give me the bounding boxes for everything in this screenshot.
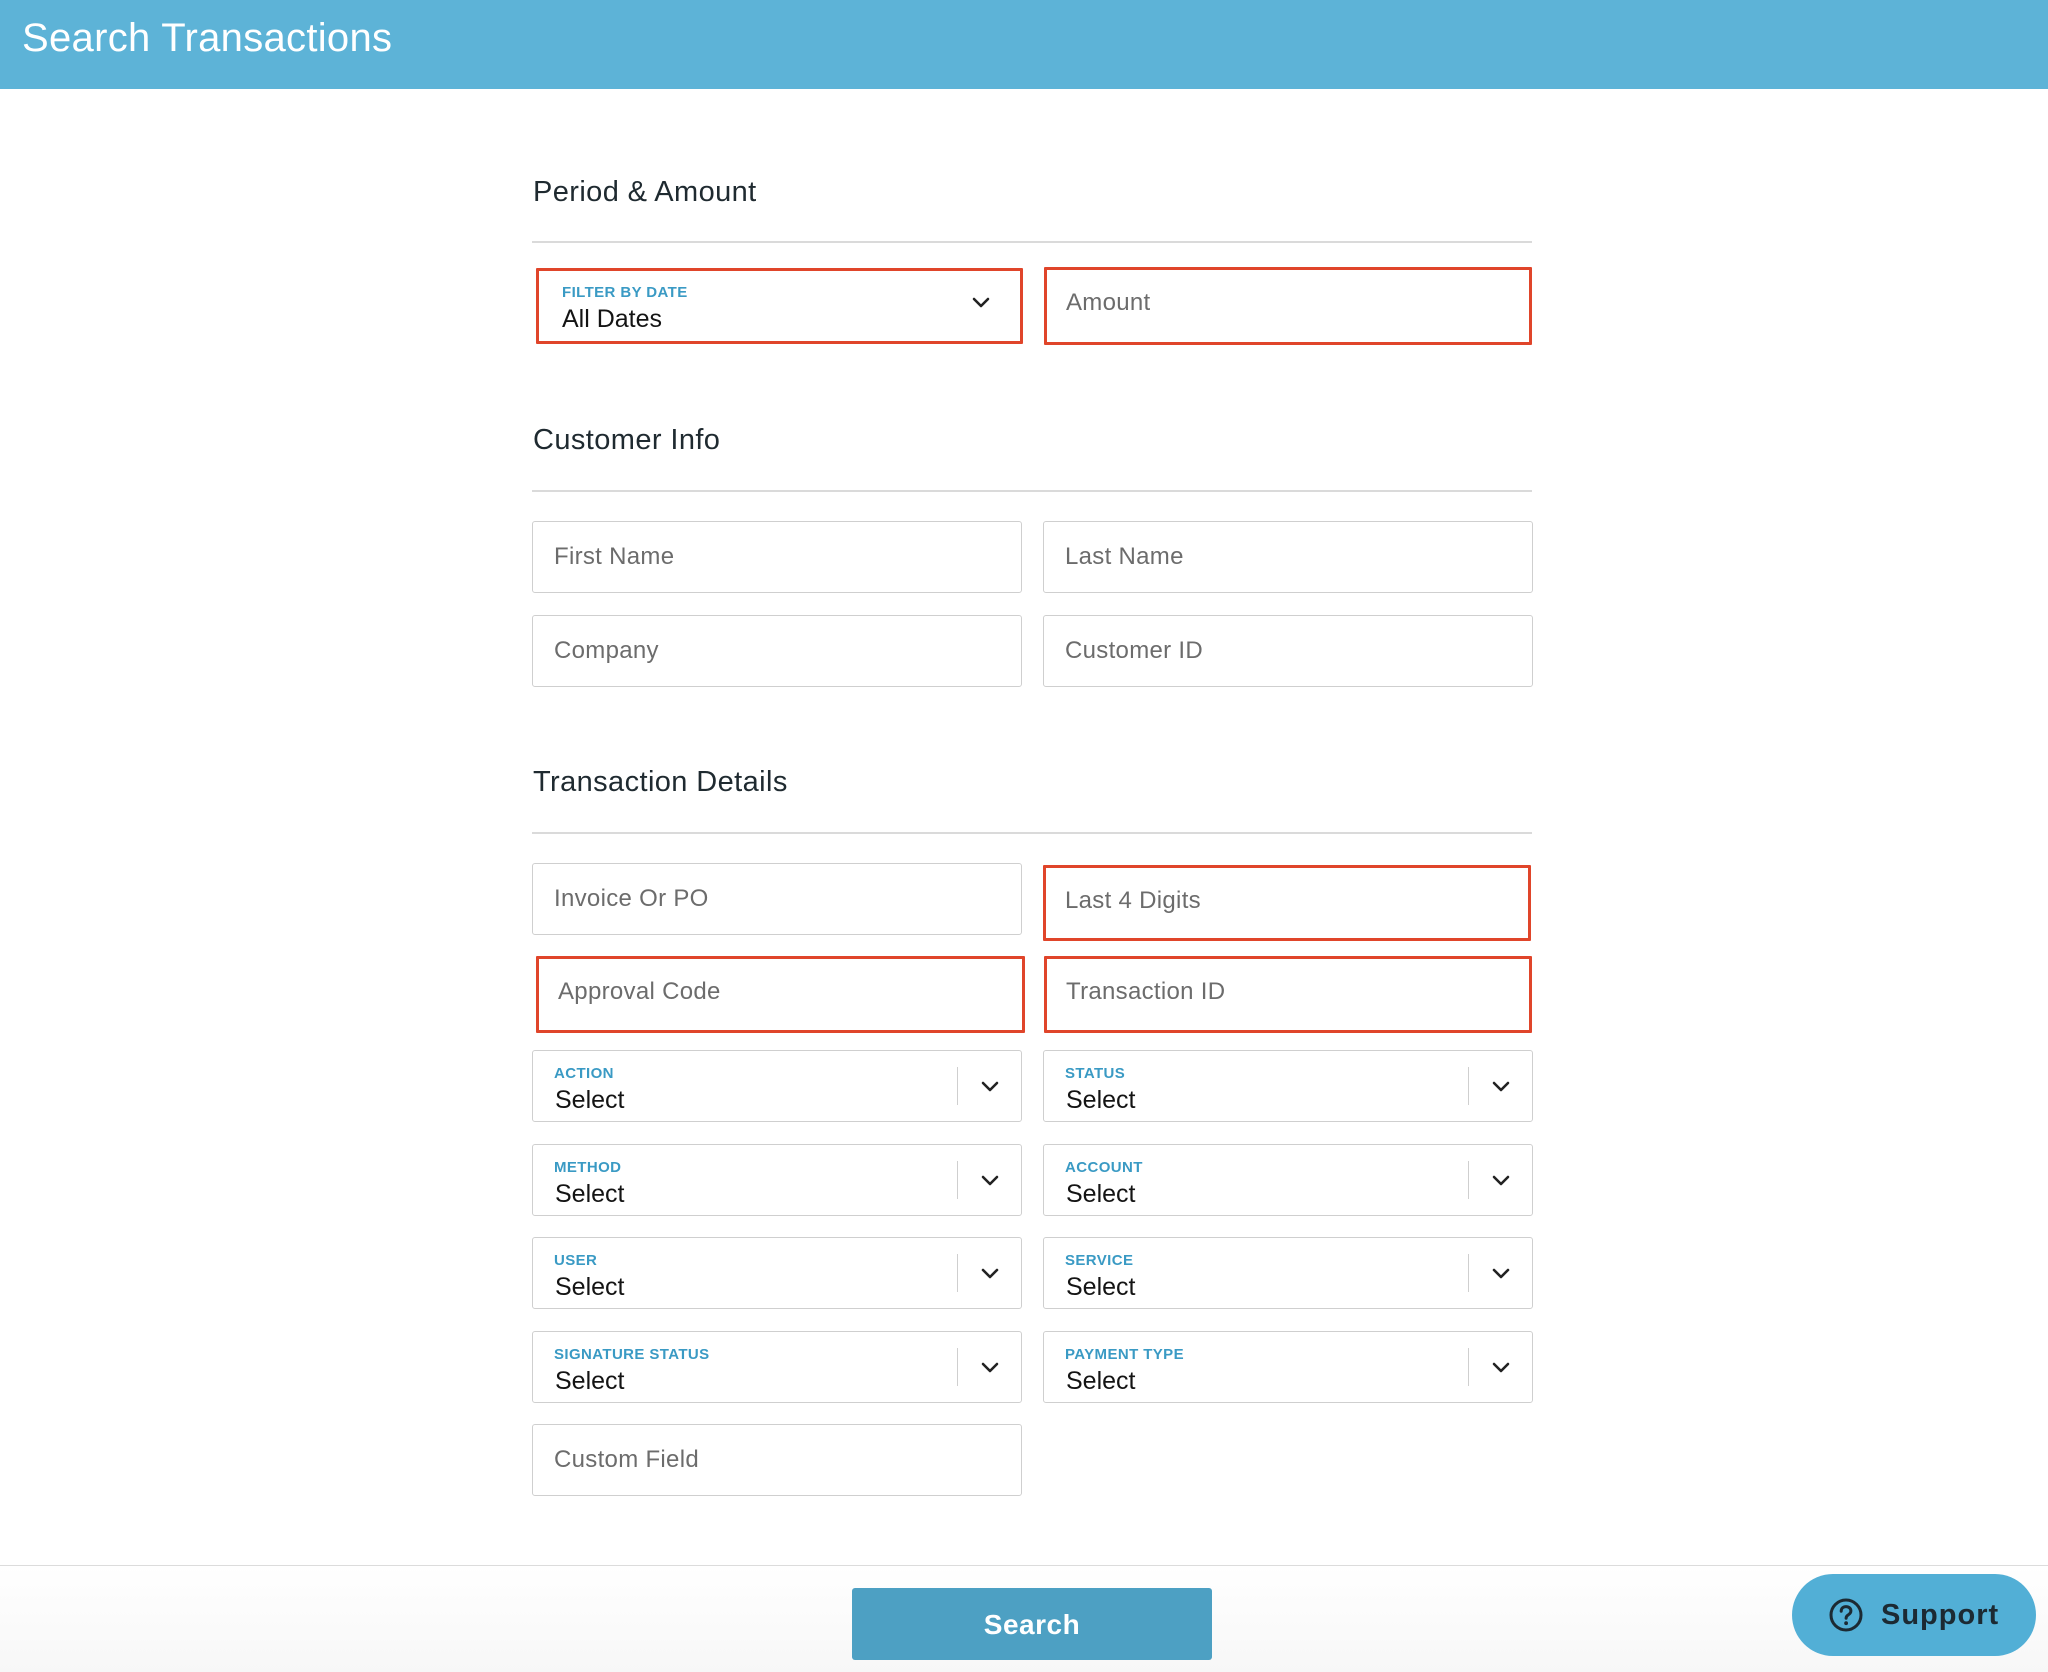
account-value: Select xyxy=(1066,1180,1136,1208)
section-title-transaction-details: Transaction Details xyxy=(533,766,788,798)
chevron-down-icon xyxy=(972,297,990,308)
chevron-down-icon xyxy=(981,1362,999,1373)
method-select[interactable]: METHOD Select xyxy=(532,1144,1022,1216)
section-divider xyxy=(532,241,1532,243)
app-header: Search Transactions xyxy=(0,0,2048,89)
question-circle-icon xyxy=(1829,1598,1863,1632)
payment-type-value: Select xyxy=(1066,1367,1136,1395)
status-select[interactable]: STATUS Select xyxy=(1043,1050,1533,1122)
select-divider xyxy=(957,1161,958,1199)
select-divider xyxy=(957,1348,958,1386)
action-value: Select xyxy=(555,1086,625,1114)
support-button[interactable]: Support xyxy=(1792,1574,2036,1656)
section-divider xyxy=(532,832,1532,834)
last-name-placeholder: Last Name xyxy=(1065,543,1184,570)
account-label: ACCOUNT xyxy=(1065,1159,1143,1176)
status-label: STATUS xyxy=(1065,1065,1126,1082)
invoice-or-po-placeholder: Invoice Or PO xyxy=(554,885,709,912)
chevron-down-icon xyxy=(981,1175,999,1186)
chevron-down-icon xyxy=(1492,1175,1510,1186)
method-value: Select xyxy=(555,1180,625,1208)
amount-placeholder: Amount xyxy=(1066,289,1151,316)
section-title-customer-info: Customer Info xyxy=(533,424,721,456)
page-title: Search Transactions xyxy=(22,16,393,60)
approval-code-input[interactable]: Approval Code xyxy=(536,956,1025,1033)
payment-type-select[interactable]: PAYMENT TYPE Select xyxy=(1043,1331,1533,1403)
last-name-input[interactable]: Last Name xyxy=(1043,521,1533,593)
chevron-down-icon xyxy=(981,1081,999,1092)
search-button[interactable]: Search xyxy=(852,1588,1212,1660)
method-label: METHOD xyxy=(554,1159,622,1176)
signature-status-value: Select xyxy=(555,1367,625,1395)
custom-field-placeholder: Custom Field xyxy=(554,1446,699,1473)
signature-status-label: SIGNATURE STATUS xyxy=(554,1346,710,1363)
amount-input[interactable]: Amount xyxy=(1044,267,1532,345)
support-label: Support xyxy=(1881,1599,2000,1631)
transaction-id-input[interactable]: Transaction ID xyxy=(1044,956,1532,1033)
customer-id-input[interactable]: Customer ID xyxy=(1043,615,1533,687)
section-divider xyxy=(532,490,1532,492)
invoice-or-po-input[interactable]: Invoice Or PO xyxy=(532,863,1022,935)
chevron-down-icon xyxy=(1492,1081,1510,1092)
chevron-down-icon xyxy=(1492,1362,1510,1373)
chevron-down-icon xyxy=(981,1268,999,1279)
customer-id-placeholder: Customer ID xyxy=(1065,637,1203,664)
select-divider xyxy=(1468,1161,1469,1199)
user-value: Select xyxy=(555,1273,625,1301)
transaction-id-placeholder: Transaction ID xyxy=(1066,978,1226,1005)
approval-code-placeholder: Approval Code xyxy=(558,978,721,1005)
status-value: Select xyxy=(1066,1086,1136,1114)
last-4-digits-placeholder: Last 4 Digits xyxy=(1065,887,1201,914)
account-select[interactable]: ACCOUNT Select xyxy=(1043,1144,1533,1216)
filter-by-date-label: FILTER BY DATE xyxy=(562,284,688,301)
select-divider xyxy=(957,1254,958,1292)
section-title-period-amount: Period & Amount xyxy=(533,176,757,208)
first-name-input[interactable]: First Name xyxy=(532,521,1022,593)
user-label: USER xyxy=(554,1252,598,1269)
select-divider xyxy=(1468,1348,1469,1386)
chevron-down-icon xyxy=(1492,1268,1510,1279)
filter-by-date-value: All Dates xyxy=(562,305,663,333)
filter-by-date-select[interactable]: FILTER BY DATE All Dates xyxy=(536,268,1023,344)
select-divider xyxy=(957,1067,958,1105)
user-select[interactable]: USER Select xyxy=(532,1237,1022,1309)
payment-type-label: PAYMENT TYPE xyxy=(1065,1346,1184,1363)
company-placeholder: Company xyxy=(554,637,659,664)
select-divider xyxy=(1468,1067,1469,1105)
company-input[interactable]: Company xyxy=(532,615,1022,687)
service-value: Select xyxy=(1066,1273,1136,1301)
action-label: ACTION xyxy=(554,1065,614,1082)
custom-field-input[interactable]: Custom Field xyxy=(532,1424,1022,1496)
signature-status-select[interactable]: SIGNATURE STATUS Select xyxy=(532,1331,1022,1403)
service-label: SERVICE xyxy=(1065,1252,1134,1269)
service-select[interactable]: SERVICE Select xyxy=(1043,1237,1533,1309)
last-4-digits-input[interactable]: Last 4 Digits xyxy=(1043,865,1531,941)
first-name-placeholder: First Name xyxy=(554,543,675,570)
action-select[interactable]: ACTION Select xyxy=(532,1050,1022,1122)
select-divider xyxy=(1468,1254,1469,1292)
